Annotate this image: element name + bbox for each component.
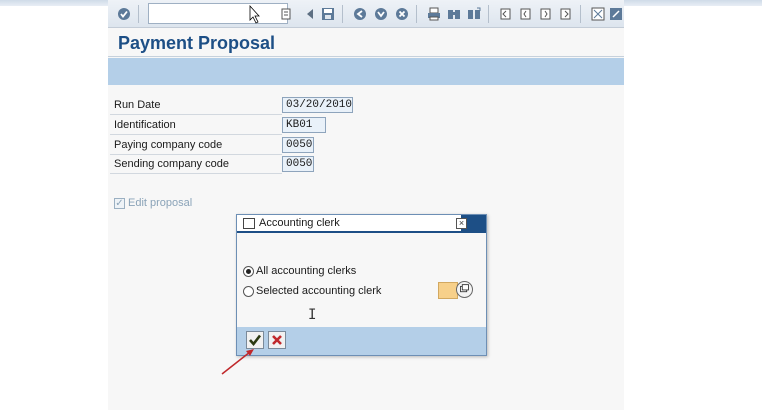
screen: Payment Proposal Run Date 03/20/2010 Ide… xyxy=(0,0,762,410)
